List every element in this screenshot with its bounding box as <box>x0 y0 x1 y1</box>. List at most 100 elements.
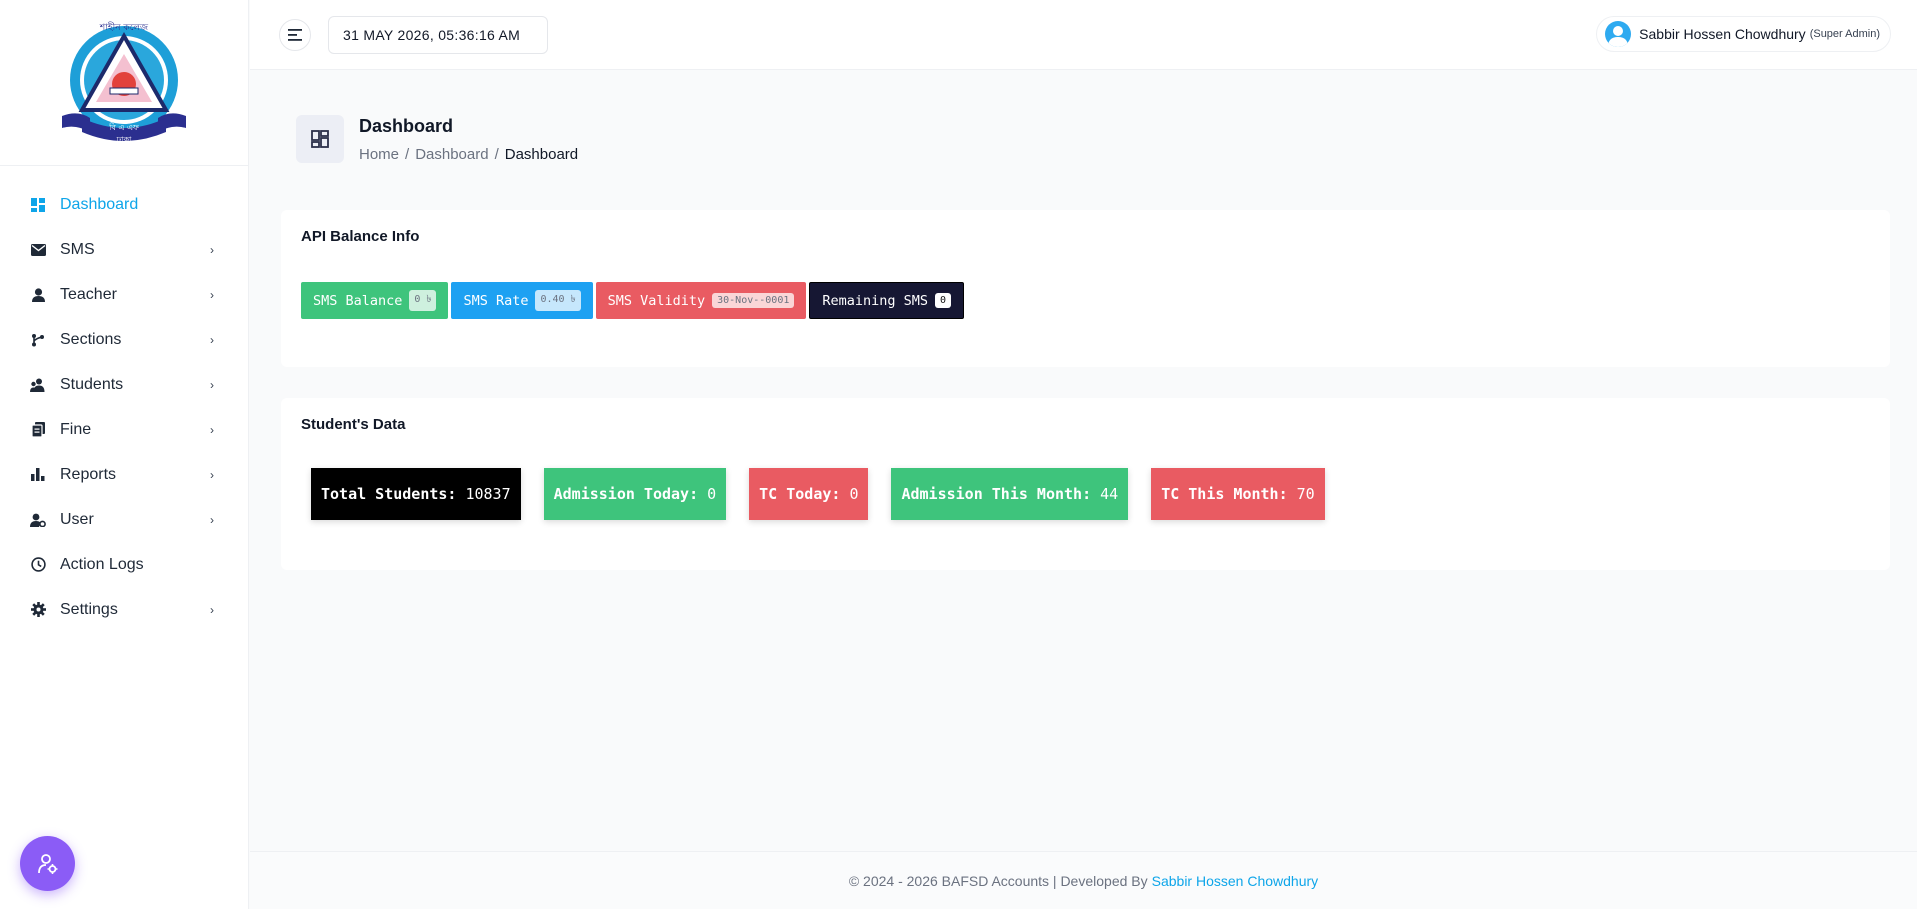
stat-label: Admission Today: <box>553 485 699 503</box>
total-students-stat: Total Students: 10837 <box>311 468 521 520</box>
svg-text:ঢাকা: ঢাকা <box>116 135 132 144</box>
dashboard-icon <box>30 197 46 213</box>
sms-validity-badge: SMS Validity 30-Nov--0001 <box>595 282 807 319</box>
sidebar-item-label: User <box>60 510 94 528</box>
user-name: Sabbir Hossen Chowdhury <box>1639 26 1806 42</box>
sidebar-item-label: Reports <box>60 465 117 483</box>
admission-today-stat: Admission Today: 0 <box>543 468 727 520</box>
footer: © 2024 - 2026 BAFSD Accounts | Developed… <box>250 851 1917 909</box>
topbar: 31 MAY 2026, 05:36:16 AM Sabbir Hossen C… <box>250 0 1917 70</box>
chevron-right-icon: › <box>210 422 214 437</box>
tc-today-stat: TC Today: 0 <box>749 468 869 520</box>
user-gear-icon <box>37 853 57 874</box>
chevron-right-icon: › <box>210 332 214 347</box>
tc-this-month-stat: TC This Month: 70 <box>1151 468 1325 520</box>
student-stats: Total Students: 10837 Admission Today: 0… <box>311 468 1325 520</box>
api-balance-badges: SMS Balance 0 ৳ SMS Rate 0.40 ৳ SMS Vali… <box>301 282 965 319</box>
remaining-sms-badge: Remaining SMS 0 <box>809 282 965 319</box>
chevron-right-icon: › <box>210 287 214 302</box>
branch-icon <box>30 332 46 348</box>
stat-value: 0 <box>849 485 859 503</box>
bar-chart-icon <box>30 467 46 483</box>
student-data-title: Student's Data <box>301 416 406 433</box>
breadcrumb-current: Dashboard <box>504 146 579 163</box>
sidebar-item-reports[interactable]: Reports › <box>0 452 248 497</box>
sidebar-item-sms[interactable]: SMS › <box>0 227 248 272</box>
admission-this-month-stat: Admission This Month: 44 <box>891 468 1129 520</box>
documents-icon <box>30 422 46 438</box>
user-menu[interactable]: Sabbir Hossen Chowdhury (Super Admin) <box>1596 16 1891 52</box>
avatar <box>1605 21 1632 47</box>
breadcrumb: Home / Dashboard / Dashboard <box>359 146 578 163</box>
api-balance-title: API Balance Info <box>301 228 420 245</box>
developer-link[interactable]: Sabbir Hossen Chowdhury <box>1152 873 1319 889</box>
sidebar-item-label: Students <box>60 375 124 393</box>
badge-label: Remaining SMS <box>822 292 929 309</box>
college-logo[interactable]: শাহীন কলেজ বি এ এফ ঢাকা <box>54 18 194 148</box>
badge-value: 0 ৳ <box>409 290 437 311</box>
breadcrumb-separator: / <box>494 146 499 163</box>
sidebar-item-label: Teacher <box>60 285 117 303</box>
chevron-right-icon: › <box>210 512 214 527</box>
chevron-right-icon: › <box>210 242 214 257</box>
dashboard-grid-icon <box>311 130 329 148</box>
floating-action-button[interactable] <box>20 836 75 891</box>
logo-area: শাহীন কলেজ বি এ এফ ঢাকা <box>0 0 248 166</box>
stat-label: Total Students: <box>321 485 457 503</box>
sidebar: শাহীন কলেজ বি এ এফ ঢাকা Dashboard SMS › … <box>0 0 249 909</box>
sidebar-item-label: Fine <box>60 420 92 438</box>
chevron-right-icon: › <box>210 602 214 617</box>
badge-value: 0 <box>935 293 952 308</box>
svg-text:বি এ এফ: বি এ এফ <box>108 123 139 132</box>
page-title: Dashboard <box>359 116 454 136</box>
badge-label: SMS Balance <box>313 292 403 309</box>
stat-value: 44 <box>1100 485 1119 503</box>
breadcrumb-separator: / <box>405 146 410 163</box>
user-role: (Super Admin) <box>1809 28 1880 40</box>
breadcrumb-home[interactable]: Home <box>359 146 399 163</box>
svg-text:শাহীন কলেজ: শাহীন কলেজ <box>99 21 149 33</box>
sidebar-item-settings[interactable]: Settings › <box>0 587 248 632</box>
sidebar-item-fine[interactable]: Fine › <box>0 407 248 452</box>
badge-label: SMS Rate <box>463 292 529 309</box>
avatar-icon <box>1608 26 1629 47</box>
stat-value: 70 <box>1296 485 1315 503</box>
page-icon <box>296 115 344 163</box>
sidebar-item-label: SMS <box>60 240 95 258</box>
sms-balance-badge: SMS Balance 0 ৳ <box>301 282 449 319</box>
stat-label: TC This Month: <box>1161 485 1288 503</box>
badge-value: 30-Nov--0001 <box>712 293 795 308</box>
user-settings-icon <box>30 512 46 528</box>
sidebar-item-action-logs[interactable]: Action Logs <box>0 542 248 587</box>
chevron-right-icon: › <box>210 467 214 482</box>
envelope-icon <box>30 242 46 258</box>
stat-label: TC Today: <box>759 485 841 503</box>
api-balance-card: API Balance Info SMS Balance 0 ৳ SMS Rat… <box>281 210 1890 367</box>
footer-text: © 2024 - 2026 BAFSD Accounts | Developed… <box>848 872 1148 889</box>
stat-value: 0 <box>707 485 717 503</box>
sidebar-item-sections[interactable]: Sections › <box>0 317 248 362</box>
sidebar-item-teacher[interactable]: Teacher › <box>0 272 248 317</box>
sidebar-item-label: Action Logs <box>60 555 144 573</box>
menu-toggle-button[interactable] <box>279 19 311 51</box>
sidebar-item-label: Settings <box>60 600 118 618</box>
chevron-right-icon: › <box>210 377 214 392</box>
sidebar-item-user[interactable]: User › <box>0 497 248 542</box>
users-icon <box>30 377 46 393</box>
sms-rate-badge: SMS Rate 0.40 ৳ <box>451 282 593 319</box>
sidebar-nav: Dashboard SMS › Teacher › Sections › Stu… <box>0 166 248 632</box>
user-icon <box>30 287 46 303</box>
sidebar-item-label: Dashboard <box>60 195 139 213</box>
badge-value: 0.40 ৳ <box>535 290 581 311</box>
current-datetime: 31 MAY 2026, 05:36:16 AM <box>328 16 548 54</box>
gear-icon <box>30 602 46 618</box>
student-data-card: Student's Data Total Students: 10837 Adm… <box>281 398 1890 570</box>
breadcrumb-dashboard[interactable]: Dashboard <box>415 146 488 163</box>
sidebar-item-dashboard[interactable]: Dashboard <box>0 182 248 227</box>
stat-label: Admission This Month: <box>901 485 1092 503</box>
hamburger-icon <box>288 29 302 41</box>
sidebar-item-students[interactable]: Students › <box>0 362 248 407</box>
badge-label: SMS Validity <box>607 292 706 309</box>
stat-value: 10837 <box>465 485 511 503</box>
sidebar-item-label: Sections <box>60 330 122 348</box>
